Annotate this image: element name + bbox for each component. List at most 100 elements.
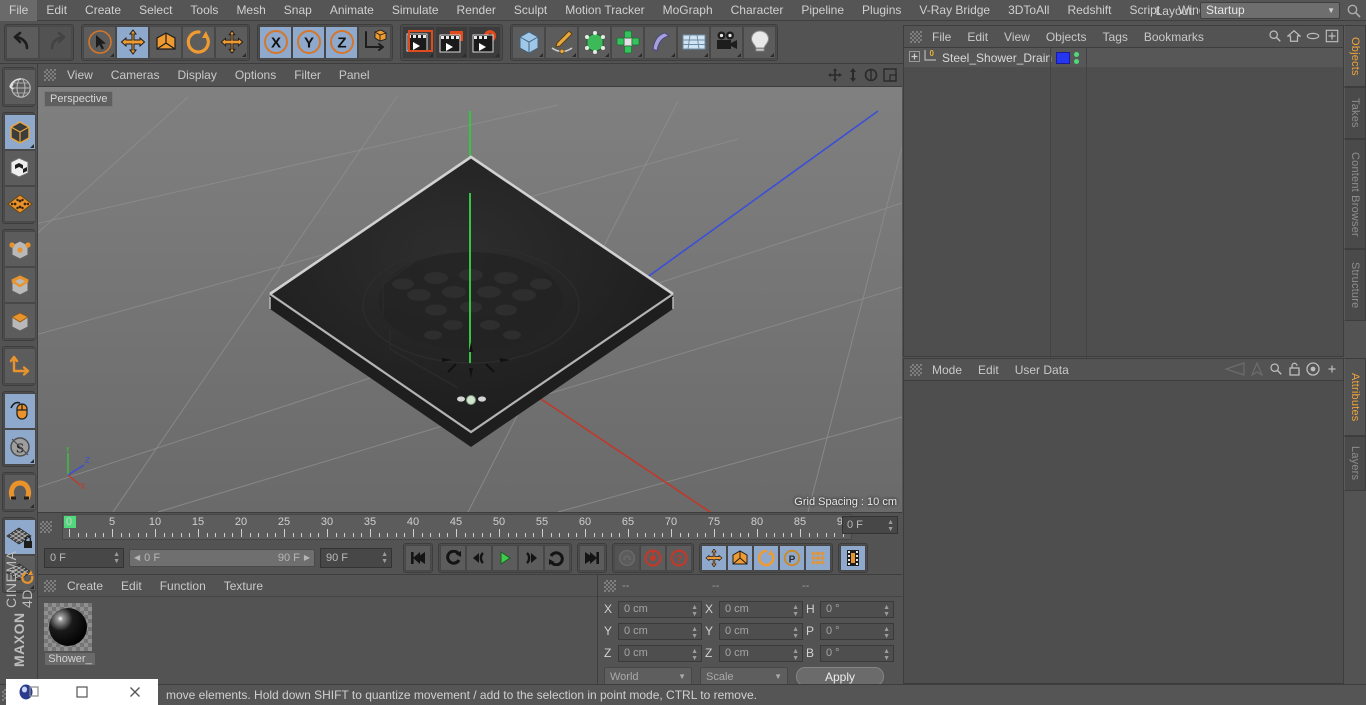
edges-mode-button[interactable] (4, 267, 36, 303)
y-axis-lock-button[interactable]: Y (292, 25, 325, 59)
search-icon[interactable] (1268, 29, 1282, 46)
coord-field-size-z[interactable]: 0 cm ▲ ▼ (719, 644, 803, 662)
timeline-ruler[interactable]: 051015202530354045505560657075808590 (62, 513, 852, 540)
move-tool-button[interactable] (116, 25, 149, 59)
end-frame-field[interactable]: 90 F ▲ ▼ (320, 547, 392, 568)
undo-view-button[interactable] (4, 69, 36, 105)
attribute-menu-user-data[interactable]: User Data (1007, 359, 1077, 381)
record-active-objects-button[interactable] (614, 544, 640, 571)
pin-icon[interactable] (1250, 361, 1264, 379)
panel-grip-icon[interactable] (44, 69, 56, 81)
viewport-menu-view[interactable]: View (58, 64, 102, 87)
menu-item-sculpt[interactable]: Sculpt (505, 0, 556, 21)
next-key-button[interactable] (544, 544, 570, 571)
object-menu-objects[interactable]: Objects (1038, 26, 1095, 48)
menu-item-plugins[interactable]: Plugins (853, 0, 910, 21)
coord-field-size-y[interactable]: 0 cm ▲ ▼ (719, 622, 803, 640)
menu-item-simulate[interactable]: Simulate (383, 0, 448, 21)
texture-mode-button[interactable] (4, 150, 36, 186)
deformer-object-button[interactable] (644, 25, 677, 59)
attribute-menu-edit[interactable]: Edit (970, 359, 1007, 381)
generator-object-button[interactable] (578, 25, 611, 59)
spinner-icon[interactable]: ▲ ▼ (691, 626, 698, 640)
menu-item-character[interactable]: Character (722, 0, 793, 21)
spinner-icon[interactable]: ▲ ▼ (381, 551, 388, 565)
spinner-icon[interactable]: ▲ ▼ (887, 519, 894, 533)
material-menu-edit[interactable]: Edit (112, 575, 151, 597)
record-position-button[interactable] (701, 544, 727, 571)
enable-snap-button[interactable]: S (4, 429, 36, 465)
animation-mode-button[interactable] (840, 544, 866, 571)
object-row-steel-shower-drain[interactable]: 0 Steel_Shower_Drain (904, 48, 1343, 67)
dolly-icon[interactable] (847, 68, 859, 85)
menu-item-render[interactable]: Render (448, 0, 505, 21)
model-mode-button[interactable] (4, 114, 36, 150)
menu-item-mesh[interactable]: Mesh (227, 0, 274, 21)
render-view-button[interactable] (402, 25, 435, 59)
tab-structure[interactable]: Structure (1344, 249, 1366, 321)
previous-key-button[interactable] (440, 544, 466, 571)
cinema4d-logo-icon[interactable] (14, 680, 44, 704)
scale-tool-button[interactable] (149, 25, 182, 59)
z-axis-lock-button[interactable]: Z (325, 25, 358, 59)
coord-field-rot-h[interactable]: 0 ° ▲ ▼ (820, 600, 894, 618)
panel-grip-icon[interactable] (44, 579, 56, 592)
menu-item-file[interactable]: File (0, 0, 38, 21)
menu-item-redshift[interactable]: Redshift (1058, 0, 1120, 21)
move-options-button[interactable] (215, 25, 248, 59)
spinner-icon[interactable]: ▲ ▼ (691, 648, 698, 662)
close-window-icon[interactable] (120, 680, 150, 704)
next-frame-button[interactable] (518, 544, 544, 571)
lock-icon[interactable] (1288, 362, 1301, 379)
play-forwards-button[interactable] (492, 544, 518, 571)
axis-modification-button[interactable] (4, 186, 36, 222)
object-menu-edit[interactable]: Edit (959, 26, 996, 48)
viewport-menu-display[interactable]: Display (168, 64, 225, 87)
keyframe-selection-button[interactable]: ? (666, 544, 692, 571)
prev-page-icon[interactable] (1223, 362, 1245, 379)
tab-content-browser[interactable]: Content Browser (1344, 139, 1366, 249)
material-sphere-icon[interactable] (44, 603, 92, 651)
autokeying-button[interactable] (640, 544, 666, 571)
undo-button[interactable] (6, 25, 39, 59)
material-item[interactable]: Shower_ (44, 603, 96, 665)
x-axis-lock-button[interactable]: X (259, 25, 292, 59)
menu-item-create[interactable]: Create (76, 0, 130, 21)
world-coordinates-button[interactable] (358, 25, 391, 59)
slider-right-arrow-icon[interactable]: ▶ (304, 553, 310, 562)
cube-primitive-button[interactable] (512, 25, 545, 59)
panel-grip-icon[interactable] (910, 363, 922, 376)
tab-layers[interactable]: Layers (1344, 436, 1366, 491)
menu-item-3dtoall[interactable]: 3DToAll (999, 0, 1058, 21)
render-settings-button[interactable] (468, 25, 501, 59)
rotate-tool-button[interactable] (182, 25, 215, 59)
home-icon[interactable] (1286, 29, 1302, 46)
light-object-button[interactable] (743, 25, 776, 59)
viewport-3d-canvas[interactable]: Perspective Grid Spacing : 10 cm Y Z X (38, 87, 902, 512)
coord-field-pos-x[interactable]: 0 cm ▲ ▼ (618, 600, 702, 618)
points-mode-button[interactable] (4, 231, 36, 267)
panel-grip-icon[interactable] (604, 579, 616, 592)
spinner-icon[interactable]: ▲ ▼ (792, 626, 799, 640)
visibility-dots-icon[interactable] (1074, 51, 1079, 64)
viewport-menu-options[interactable]: Options (226, 64, 285, 87)
object-menu-bookmarks[interactable]: Bookmarks (1136, 26, 1212, 48)
start-frame-field[interactable]: 0 F ▲ ▼ (44, 547, 124, 568)
target-icon[interactable] (1306, 362, 1320, 379)
viewport-solo-button[interactable] (4, 393, 36, 429)
spinner-icon[interactable]: ▲ ▼ (113, 551, 120, 565)
panel-grip-icon[interactable] (910, 30, 922, 43)
spinner-icon[interactable]: ▲ ▼ (792, 604, 799, 618)
timeline-frame-field[interactable]: 0 F ▲ ▼ (842, 516, 898, 534)
spinner-icon[interactable]: ▲ ▼ (792, 648, 799, 662)
magnet-button[interactable] (4, 474, 36, 510)
spinner-icon[interactable]: ▲ ▼ (883, 626, 890, 640)
spinner-icon[interactable]: ▲ ▼ (883, 604, 890, 618)
material-menu-texture[interactable]: Texture (215, 575, 272, 597)
spinner-icon[interactable]: ▲ ▼ (691, 604, 698, 618)
object-menu-tags[interactable]: Tags (1095, 26, 1136, 48)
rotate-view-icon[interactable] (864, 68, 878, 85)
record-rotation-button[interactable] (753, 544, 779, 571)
menu-item-snap[interactable]: Snap (275, 0, 321, 21)
tab-objects[interactable]: Objects (1344, 25, 1366, 87)
